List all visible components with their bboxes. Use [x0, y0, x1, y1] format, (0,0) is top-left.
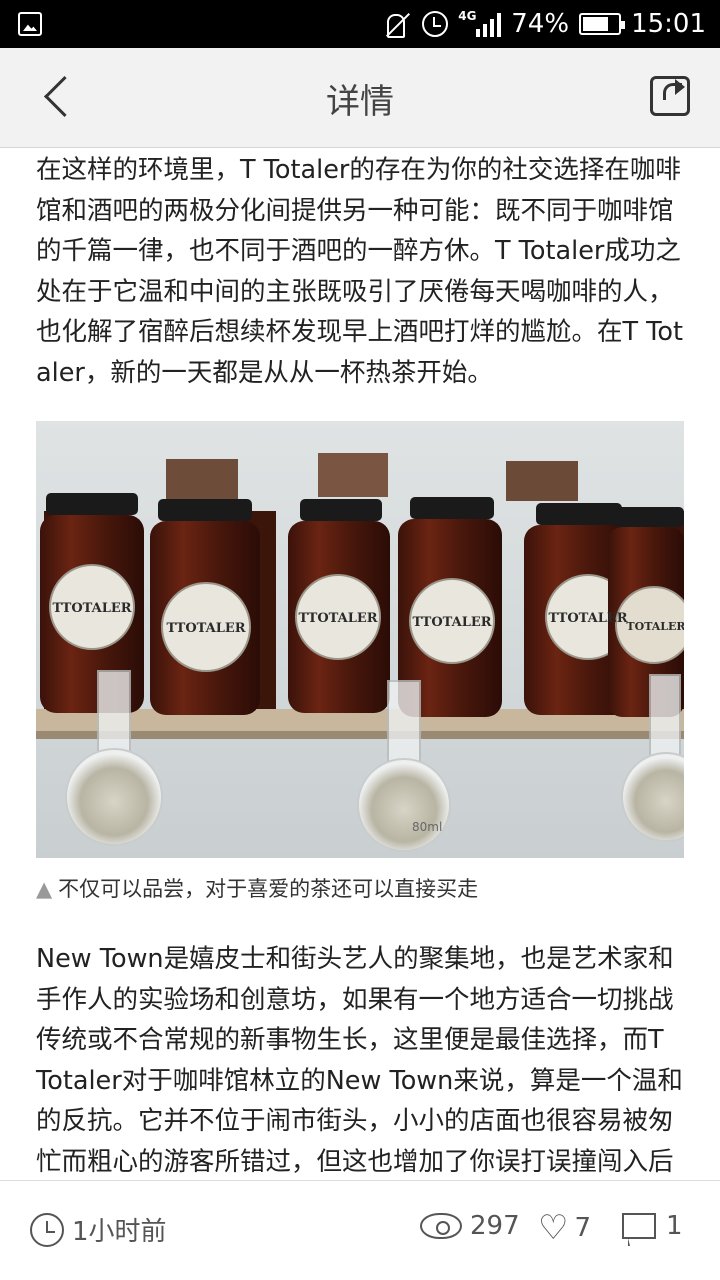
battery-percent: 74%	[511, 9, 570, 39]
photo-caption: ▲ 不仅可以品尝，对于喜爱的茶还可以直接买走	[36, 873, 478, 903]
article-paragraph-2: New Town是嬉皮士和街头艺人的聚集地，也是艺术家和手作人的实验场和创意坊，…	[36, 944, 683, 1177]
jar	[288, 499, 390, 713]
battery-icon	[579, 13, 626, 35]
jar-label: TTOTALER	[298, 611, 377, 626]
comments-value: 1	[666, 1211, 683, 1241]
article-paragraph-1: 在这样的环境里，T Totaler的存在为你的社交选择在咖啡馆和酒吧的两极分化间…	[36, 155, 684, 388]
eye-icon	[420, 1213, 462, 1239]
publish-time: 1小时前	[30, 1211, 167, 1248]
clock-time: 15:01	[631, 9, 706, 39]
share-button[interactable]	[650, 76, 690, 116]
tea-jars-photo: TTOTALER TTOTALER TTOTALER TTOTALER TTOT…	[36, 421, 684, 858]
jar-label: TTOTALER	[166, 621, 245, 636]
jar	[150, 499, 260, 715]
jar-label: TTOTALER	[548, 611, 627, 626]
like-button[interactable]: ♡ 7	[538, 1211, 591, 1245]
views-value: 297	[470, 1211, 520, 1241]
flask-label: 80ml	[412, 820, 442, 834]
jar-label: TTOTALER	[412, 615, 491, 630]
clock-icon	[30, 1212, 64, 1247]
signal-icon: 4G	[458, 9, 502, 37]
heart-icon: ♡	[538, 1208, 569, 1248]
battery-fill	[583, 17, 609, 31]
article-content[interactable]: 在这样的环境里，T Totaler的存在为你的社交选择在咖啡馆和酒吧的两极分化间…	[0, 149, 720, 1180]
jar-label: TOTALER	[626, 620, 684, 633]
time-ago: 1小时前	[72, 1217, 167, 1247]
article-photo[interactable]: TTOTALER TTOTALER TTOTALER TTOTALER TTOT…	[36, 421, 684, 858]
gallery-icon	[18, 12, 42, 36]
mute-icon	[384, 10, 412, 38]
network-type: 4G	[458, 9, 477, 23]
app-header: 详情	[0, 48, 720, 148]
page-title: 详情	[326, 82, 394, 122]
caption-marker: ▲	[36, 877, 53, 901]
view-count: 297	[420, 1211, 520, 1241]
status-bar: 4G 74% 15:01	[0, 0, 720, 48]
alarm-icon	[422, 11, 449, 37]
comment-icon	[622, 1213, 656, 1246]
article-footer: 1小时前 297 ♡ 7 1	[0, 1180, 720, 1280]
status-icons: 4G 74% 15:01	[384, 0, 706, 48]
likes-value: 7	[574, 1213, 592, 1243]
jar-label: TTOTALER	[52, 601, 131, 616]
comment-button[interactable]: 1	[622, 1211, 683, 1246]
caption-text: 不仅可以品尝，对于喜爱的茶还可以直接买走	[58, 877, 479, 901]
